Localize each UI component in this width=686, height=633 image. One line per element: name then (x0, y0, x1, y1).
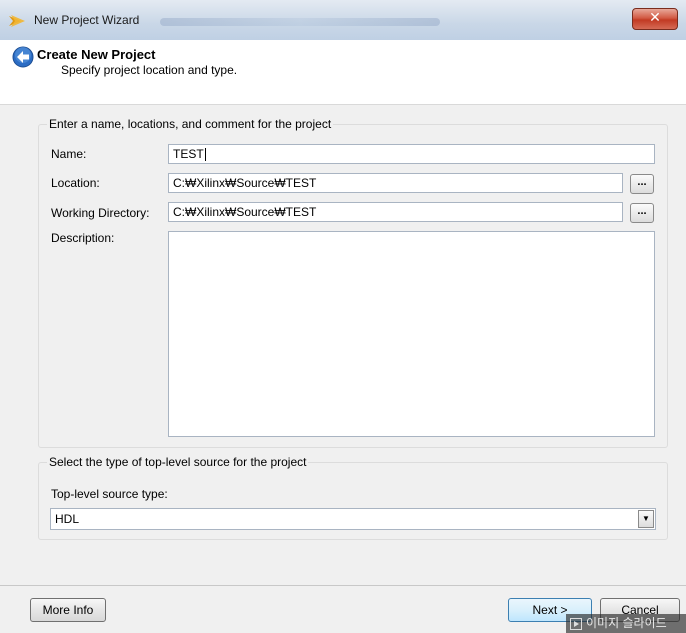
working-directory-browse-button[interactable]: ... (630, 203, 654, 223)
description-label: Description: (51, 231, 115, 245)
location-field[interactable]: C:₩Xilinx₩Source₩TEST (168, 173, 623, 193)
top-level-source-type-select[interactable]: HDL ▼ (50, 508, 656, 530)
top-level-source-type-value: HDL (55, 512, 80, 526)
page-subtitle: Specify project location and type. (61, 63, 238, 77)
source-type-legend: Select the type of top-level source for … (47, 455, 309, 469)
name-label: Name: (51, 147, 87, 161)
app-arrow-icon (9, 15, 25, 27)
project-details-legend: Enter a name, locations, and comment for… (47, 117, 334, 131)
name-field-value: TEST (173, 147, 204, 161)
window-title: New Project Wizard (34, 13, 140, 27)
location-browse-button[interactable]: ... (630, 174, 654, 194)
more-info-button[interactable]: More Info (30, 598, 106, 622)
name-field[interactable]: TEST (168, 144, 655, 164)
title-bar[interactable]: New Project Wizard ✕ (0, 0, 686, 40)
image-slide-overlay-label: 이미지 슬라이드 (586, 616, 667, 630)
wizard-header: Create New Project Specify project locat… (0, 40, 686, 105)
close-button[interactable]: ✕ (632, 8, 678, 30)
back-arrow-icon (12, 46, 34, 68)
new-project-wizard-window: New Project Wizard ✕ Create New Project … (0, 0, 686, 633)
dropdown-arrow-icon[interactable]: ▼ (638, 510, 654, 528)
page-title: Create New Project (37, 47, 156, 62)
image-slide-overlay[interactable]: 이미지 슬라이드 (566, 614, 686, 633)
slideshow-play-icon (570, 617, 582, 630)
description-textarea[interactable] (168, 231, 655, 437)
working-directory-field[interactable]: C:₩Xilinx₩Source₩TEST (168, 202, 623, 222)
top-level-source-type-label: Top-level source type: (51, 487, 168, 501)
blurred-title-region (160, 18, 440, 26)
text-cursor (204, 148, 206, 162)
footer-divider (0, 585, 686, 586)
location-label: Location: (51, 176, 100, 190)
working-directory-label: Working Directory: (51, 206, 150, 220)
